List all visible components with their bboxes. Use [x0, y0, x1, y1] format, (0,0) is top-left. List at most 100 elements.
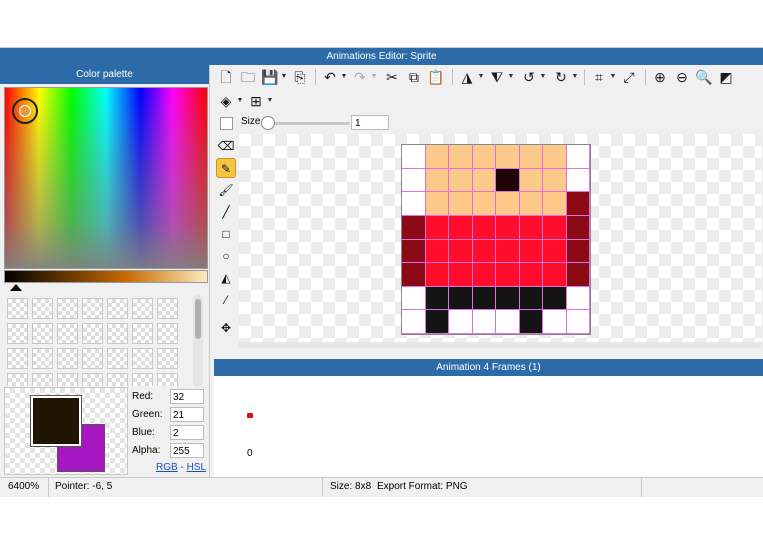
- palette-swatch[interactable]: [82, 323, 103, 344]
- sprite-pixel[interactable]: [425, 215, 449, 240]
- sprite-pixel[interactable]: [449, 168, 473, 193]
- sprite-pixel[interactable]: [566, 215, 590, 240]
- sprite-pixel[interactable]: [402, 215, 426, 240]
- sprite-pixel[interactable]: [566, 310, 590, 334]
- swatch-scrollbar[interactable]: [193, 295, 203, 387]
- sprite-pixel[interactable]: [566, 239, 590, 264]
- undo-dropdown-icon[interactable]: ▼: [340, 66, 348, 88]
- rotate-right-icon[interactable]: ↻: [551, 66, 571, 88]
- sprite-pixel[interactable]: [543, 168, 567, 193]
- zoom-out-icon[interactable]: ⊖: [672, 66, 692, 88]
- sprite-pixel[interactable]: [425, 263, 449, 287]
- size-slider-track[interactable]: [266, 122, 350, 125]
- palette-swatch[interactable]: [57, 298, 78, 319]
- palette-swatch[interactable]: [57, 323, 78, 344]
- sprite-pixel[interactable]: [472, 192, 496, 216]
- drawing-canvas[interactable]: [239, 134, 762, 342]
- sprite-pixel[interactable]: [449, 145, 473, 169]
- palette-swatch[interactable]: [132, 323, 153, 344]
- rotate-right-dropdown-icon[interactable]: ▼: [571, 66, 579, 88]
- sprite-pixel[interactable]: [519, 239, 543, 264]
- sprite-pixel[interactable]: [496, 239, 520, 264]
- palette-swatch[interactable]: [107, 298, 128, 319]
- palette-swatch[interactable]: [157, 348, 178, 369]
- sprite-pixel[interactable]: [425, 239, 449, 264]
- sprite-pixel[interactable]: [402, 263, 426, 287]
- sprite-pixel[interactable]: [425, 192, 449, 216]
- pencil-icon[interactable]: ✎: [216, 158, 236, 178]
- grid-icon[interactable]: ⊞: [246, 90, 266, 112]
- grid-dropdown-icon[interactable]: ▼: [266, 90, 274, 112]
- flip-horizontal-icon[interactable]: ◮: [457, 66, 477, 88]
- primary-color-swatch[interactable]: [30, 395, 82, 447]
- sprite-pixel[interactable]: [566, 263, 590, 287]
- sprite-pixel[interactable]: [402, 168, 426, 193]
- sprite-pixel[interactable]: [519, 168, 543, 193]
- flip-vertical-icon[interactable]: ⧨: [487, 66, 507, 88]
- sprite-grid[interactable]: [401, 144, 591, 335]
- cut-icon[interactable]: ✂: [382, 66, 402, 88]
- sprite-pixel[interactable]: [496, 192, 520, 216]
- canvas-scrollbar[interactable]: [239, 342, 762, 348]
- sprite-pixel[interactable]: [543, 145, 567, 169]
- eyedropper-icon[interactable]: ⁄: [216, 290, 236, 310]
- sprite-pixel[interactable]: [519, 192, 543, 216]
- sprite-pixel[interactable]: [402, 310, 426, 334]
- sprite-pixel[interactable]: [496, 310, 520, 334]
- sprite-pixel[interactable]: [519, 145, 543, 169]
- sprite-pixel[interactable]: [449, 239, 473, 264]
- palette-swatch[interactable]: [82, 348, 103, 369]
- sprite-pixel[interactable]: [472, 215, 496, 240]
- size-slider-knob[interactable]: [261, 116, 275, 130]
- shade-slider[interactable]: [4, 270, 208, 283]
- swatch-scroll-thumb[interactable]: [195, 299, 201, 339]
- palette-swatch[interactable]: [32, 323, 53, 344]
- palette-swatch[interactable]: [107, 323, 128, 344]
- resize-icon[interactable]: ⤢: [619, 66, 639, 88]
- rotate-left-dropdown-icon[interactable]: ▼: [539, 66, 547, 88]
- sprite-pixel[interactable]: [566, 286, 590, 311]
- sprite-pixel[interactable]: [519, 263, 543, 287]
- palette-swatch[interactable]: [107, 373, 128, 386]
- shade-marker[interactable]: [10, 284, 22, 291]
- palette-swatch[interactable]: [7, 323, 28, 344]
- sprite-pixel[interactable]: [402, 192, 426, 216]
- sprite-pixel[interactable]: [472, 145, 496, 169]
- palette-swatch[interactable]: [107, 348, 128, 369]
- sprite-pixel[interactable]: [472, 310, 496, 334]
- flip-vertical-dropdown-icon[interactable]: ▼: [507, 66, 515, 88]
- sprite-pixel[interactable]: [472, 168, 496, 193]
- rgb-mode-link[interactable]: RGB: [156, 462, 178, 473]
- zoom-fit-icon[interactable]: 🔍: [694, 66, 714, 88]
- palette-swatch[interactable]: [82, 373, 103, 386]
- move-icon[interactable]: ✥: [216, 318, 236, 338]
- export-icon[interactable]: ⎘: [290, 66, 310, 88]
- sprite-pixel[interactable]: [449, 215, 473, 240]
- palette-swatch[interactable]: [82, 298, 103, 319]
- red-input[interactable]: 32: [170, 389, 204, 404]
- crop-icon[interactable]: ⌗: [589, 66, 609, 88]
- sprite-pixel[interactable]: [449, 286, 473, 311]
- sprite-pixel[interactable]: [425, 286, 449, 311]
- sprite-pixel[interactable]: [472, 286, 496, 311]
- brush-icon[interactable]: 🖌: [216, 180, 236, 200]
- sprite-pixel[interactable]: [543, 286, 567, 311]
- save-dropdown-icon[interactable]: ▼: [280, 66, 288, 88]
- palette-swatch[interactable]: [157, 298, 178, 319]
- sprite-pixel[interactable]: [543, 263, 567, 287]
- sprite-pixel[interactable]: [566, 192, 590, 216]
- palette-swatch[interactable]: [157, 373, 178, 386]
- sprite-pixel[interactable]: [566, 168, 590, 193]
- copy-icon[interactable]: ⧉: [404, 66, 424, 88]
- sprite-pixel[interactable]: [472, 239, 496, 264]
- sprite-pixel[interactable]: [519, 310, 543, 334]
- sprite-pixel[interactable]: [449, 310, 473, 334]
- sprite-pixel[interactable]: [566, 145, 590, 169]
- sprite-pixel[interactable]: [425, 145, 449, 169]
- sprite-pixel[interactable]: [425, 168, 449, 193]
- sprite-pixel[interactable]: [543, 215, 567, 240]
- alpha-input[interactable]: 255: [170, 443, 204, 458]
- layers-icon[interactable]: ◈: [216, 90, 236, 112]
- rotate-left-icon[interactable]: ↺: [519, 66, 539, 88]
- undo-icon[interactable]: ↶: [320, 66, 340, 88]
